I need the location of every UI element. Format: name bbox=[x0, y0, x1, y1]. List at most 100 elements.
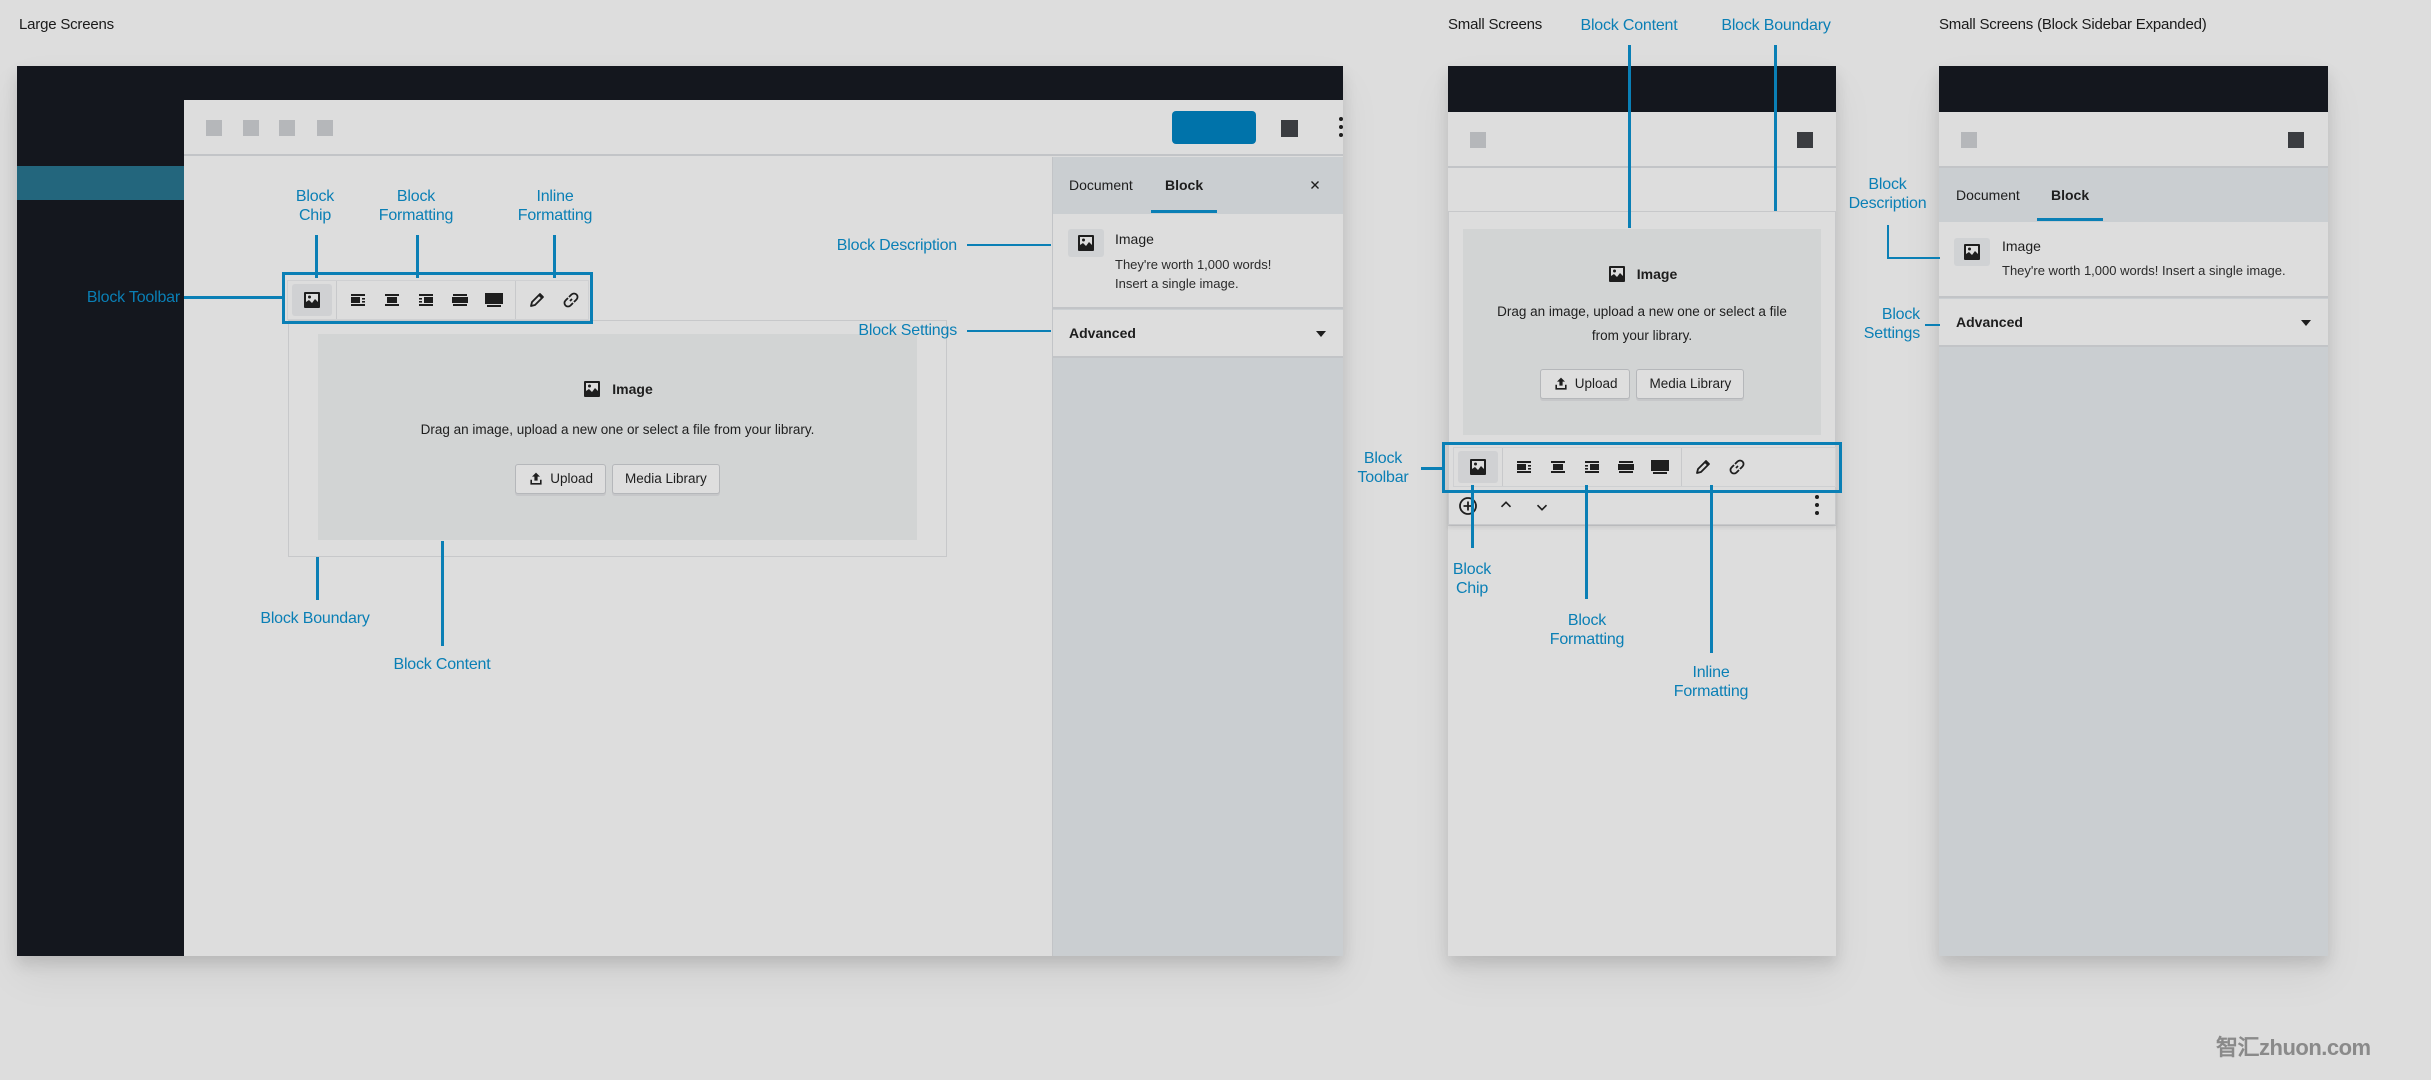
settings-toggle-icon[interactable] bbox=[1797, 132, 1813, 148]
close-icon[interactable] bbox=[1308, 178, 1322, 192]
block-description-panel: Image They're worth 1,000 words! Insert … bbox=[1939, 222, 2328, 298]
annotation-block-description: Block Description bbox=[836, 237, 957, 254]
annotation-line bbox=[967, 330, 1051, 332]
admin-bar bbox=[1939, 66, 2328, 112]
settings-sidebar: Document Block Image They're worth 1,000… bbox=[1052, 157, 1343, 956]
instructions-line: from your library. bbox=[1591, 328, 1693, 343]
publish-button[interactable] bbox=[1172, 111, 1256, 144]
annotation-line bbox=[1628, 45, 1631, 228]
annotation-block-chip: Block Chip bbox=[280, 187, 350, 225]
settings-toggle-icon[interactable] bbox=[1281, 120, 1298, 137]
section-title-small-screens-expanded: Small Screens (Block Sidebar Expanded) bbox=[1939, 16, 2207, 33]
more-menu-icon[interactable] bbox=[1338, 117, 1344, 137]
sidebar-tabs: Document Block bbox=[1053, 157, 1343, 213]
tab-document[interactable]: Document bbox=[1956, 169, 2020, 221]
annotation-line bbox=[1471, 485, 1474, 548]
admin-bar bbox=[1448, 66, 1836, 112]
block-toolbar-highlight bbox=[1442, 442, 1842, 493]
annotation-line bbox=[1774, 45, 1777, 211]
header-tool-4[interactable] bbox=[317, 120, 333, 136]
admin-sidebar-active-item[interactable] bbox=[17, 166, 184, 200]
annotation-block-content: Block Content bbox=[393, 656, 491, 673]
placeholder-title: Image bbox=[1463, 264, 1821, 284]
chevron-down-icon bbox=[1316, 331, 1326, 337]
advanced-label: Advanced bbox=[1069, 325, 1136, 341]
media-library-button[interactable]: Media Library bbox=[1636, 369, 1745, 399]
section-title-small-screens: Small Screens bbox=[1448, 16, 1543, 33]
block-description-panel: Image They're worth 1,000 words! Insert … bbox=[1053, 214, 1343, 309]
annotation-block-description: Block Description bbox=[1835, 175, 1940, 213]
upload-label: Upload bbox=[550, 471, 593, 486]
tab-block[interactable]: Block bbox=[2036, 169, 2104, 221]
media-library-label: Media Library bbox=[1649, 376, 1732, 391]
annotation-block-boundary: Block Boundary bbox=[1721, 17, 1831, 34]
annotation-text: Block Description bbox=[1848, 176, 1927, 212]
annotation-line bbox=[1710, 485, 1713, 653]
upload-button[interactable]: Upload bbox=[1539, 369, 1631, 399]
block-description-line: Insert a single image. bbox=[1115, 276, 1239, 291]
header-tool-1[interactable] bbox=[206, 120, 222, 136]
block-description-line: They're worth 1,000 words! bbox=[1115, 257, 1272, 272]
annotation-block-boundary: Block Boundary bbox=[260, 610, 370, 627]
move-down-icon[interactable] bbox=[1533, 498, 1551, 516]
more-options-icon[interactable] bbox=[1814, 495, 1820, 515]
editor-header bbox=[1939, 112, 2328, 168]
upload-label: Upload bbox=[1574, 376, 1618, 391]
annotation-line bbox=[1925, 324, 1940, 326]
annotation-inline-formatting: Inline Formatting bbox=[505, 187, 605, 225]
annotation-line bbox=[1421, 467, 1443, 470]
annotation-text: Inline Formatting bbox=[1673, 664, 1749, 700]
watermark: 智汇zhuon.com bbox=[2216, 1035, 2371, 1060]
annotation-inline-formatting: Inline Formatting bbox=[1661, 663, 1761, 701]
advanced-panel[interactable]: Advanced bbox=[1939, 299, 2328, 347]
add-block-icon[interactable] bbox=[1458, 496, 1478, 516]
chevron-down-icon bbox=[2301, 320, 2311, 326]
move-up-icon[interactable] bbox=[1497, 496, 1515, 514]
header-tool-3[interactable] bbox=[279, 120, 295, 136]
tab-block[interactable]: Block bbox=[1150, 157, 1218, 213]
block-description-title: Image bbox=[1115, 231, 1154, 247]
tab-document[interactable]: Document bbox=[1069, 157, 1133, 213]
large-screen-mockup: Image Drag an image, upload a new one or… bbox=[17, 66, 1343, 956]
placeholder-title-text: Image bbox=[1636, 266, 1678, 282]
annotation-block-content: Block Content bbox=[1580, 17, 1678, 34]
annotation-block-settings: Block Settings bbox=[1840, 305, 1920, 343]
annotation-line bbox=[967, 244, 1051, 246]
title-area bbox=[1448, 170, 1836, 212]
image-icon bbox=[1607, 264, 1627, 284]
placeholder-instructions: Drag an image, upload a new one or selec… bbox=[420, 422, 815, 437]
image-icon bbox=[582, 379, 602, 399]
image-placeholder[interactable]: Image Drag an image, upload a new one or… bbox=[318, 334, 917, 540]
placeholder-instructions: Drag an image, upload a new one or selec… bbox=[1463, 300, 1821, 348]
block-icon bbox=[1954, 238, 1990, 266]
advanced-panel[interactable]: Advanced bbox=[1053, 310, 1343, 358]
upload-button[interactable]: Upload bbox=[515, 464, 606, 494]
settings-toggle-icon[interactable] bbox=[2288, 132, 2304, 148]
placeholder-title: Image bbox=[318, 379, 917, 399]
annotation-line bbox=[1887, 225, 1889, 259]
small-screen-mockup: Image Drag an image, upload a new one or… bbox=[1448, 66, 1836, 956]
annotation-block-formatting: Block Formatting bbox=[366, 187, 466, 225]
annotation-text: Block Chip bbox=[1452, 561, 1492, 597]
media-library-button[interactable]: Media Library bbox=[611, 464, 720, 494]
upload-icon bbox=[528, 471, 544, 487]
annotation-text: Block Settings bbox=[1863, 306, 1920, 342]
section-title-large-screens: Large Screens bbox=[19, 16, 114, 33]
header-tool-2[interactable] bbox=[243, 120, 259, 136]
placeholder-title-text: Image bbox=[612, 381, 653, 397]
annotation-text: Block Chip bbox=[295, 188, 335, 224]
block-icon bbox=[1068, 229, 1104, 257]
block-description-title: Image bbox=[2002, 238, 2041, 254]
image-placeholder[interactable]: Image Drag an image, upload a new one or… bbox=[1463, 229, 1821, 435]
upload-icon bbox=[1553, 376, 1569, 392]
header-tool-1[interactable] bbox=[1961, 132, 1977, 148]
annotation-block-formatting: Block Formatting bbox=[1537, 611, 1637, 649]
annotation-text: Block Formatting bbox=[378, 188, 454, 224]
small-screen-expanded-mockup: Document Block Image They're worth 1,000… bbox=[1939, 66, 2328, 956]
header-tool-1[interactable] bbox=[1470, 132, 1486, 148]
annotation-text: Block Formatting bbox=[1549, 612, 1625, 648]
editor-header bbox=[1448, 112, 1836, 168]
editor-header bbox=[184, 100, 1343, 156]
annotation-line bbox=[1887, 257, 1940, 259]
admin-bar bbox=[17, 66, 1343, 100]
